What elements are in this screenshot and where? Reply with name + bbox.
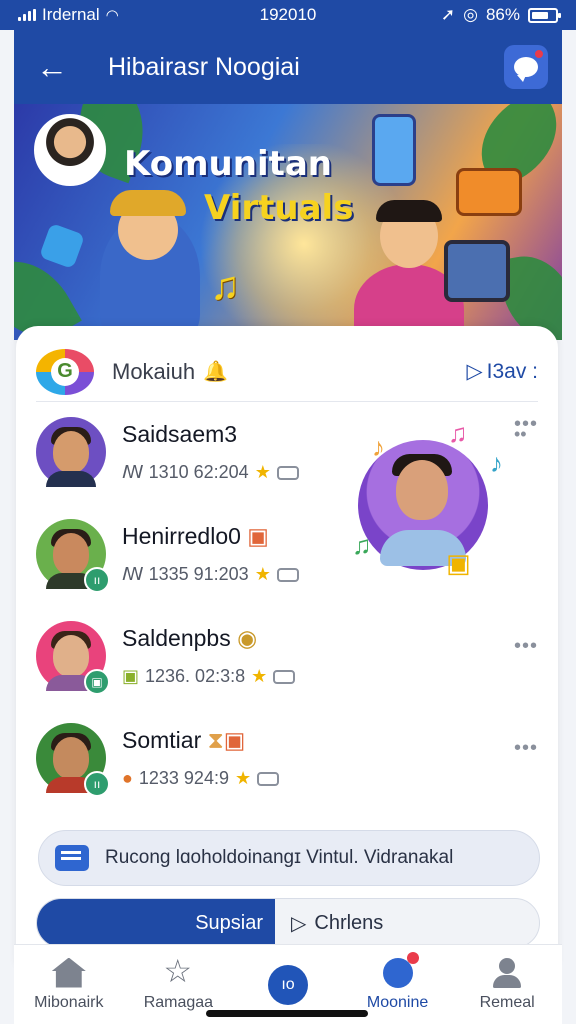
action-bar: Supsiar ▷ Chrlens [36, 898, 540, 948]
trophy-icon: ◉ [237, 625, 258, 651]
app-screen: Irdernal ◠ 192010 ➚ ◎ 86% ← Hibairasr No… [0, 0, 576, 1024]
wifi-icon: ◠ [105, 7, 119, 24]
verified-badge-icon: ▣ [84, 669, 110, 695]
battery-percent: 86% [485, 5, 520, 24]
music-note-icon: ♫ [352, 530, 372, 560]
play-outline-icon: ▷ [466, 360, 483, 383]
nav-label: Remeal [479, 993, 535, 1011]
user-icon [490, 957, 524, 988]
calendar-icon: ▣ [122, 666, 140, 686]
member-meta: ꟿ 1310 62:204 ★ [122, 462, 299, 483]
radio-illustration [456, 168, 522, 216]
play-icon [38, 222, 86, 270]
more-icon[interactable]: •• [514, 424, 527, 445]
member-name: Somtiar ⧗▣ [122, 727, 246, 753]
star-icon: ★ [254, 462, 271, 482]
verified-badge-icon: ıı [84, 567, 110, 593]
cartoon-cap [110, 190, 186, 216]
tag-icon [273, 669, 296, 684]
info-text: Rucong lɑoholdoinangɪ Vintul. Vidranakal [105, 847, 454, 868]
card-header: G Mokaiuh 🔔 ▷ I3av : [36, 342, 538, 402]
carrier-text: Irdernal [42, 5, 100, 24]
member-name: Saidsaem3 [122, 421, 238, 447]
secondary-action-label: Chrlens [314, 911, 384, 934]
nav-label: Mibonairk [34, 993, 104, 1011]
center-action-icon: ıo [267, 964, 308, 1005]
music-note-icon: ♫ [210, 264, 240, 308]
alarm-icon: ◎ [463, 5, 478, 24]
globe-icon [382, 951, 419, 988]
home-icon [51, 957, 86, 988]
hero-avatar[interactable] [34, 114, 106, 186]
phone-illustration [372, 114, 416, 186]
notification-dot [533, 48, 545, 60]
avatar[interactable]: ıı [36, 519, 110, 593]
status-bar: Irdernal ◠ 192010 ➚ ◎ 86% [0, 0, 576, 30]
music-note-icon: ♪ [372, 432, 385, 462]
location-icon: ➚ [440, 5, 456, 24]
coin-icon: ● [122, 768, 133, 788]
bell-icon[interactable]: 🔔 [203, 359, 228, 384]
status-time: 192010 [259, 5, 317, 24]
list-item[interactable]: ıı Somtiar ⧗▣ ● 1233 924:9 ★ ••• [36, 708, 538, 808]
app-header: ← Hibairasr Noogiai [14, 30, 562, 104]
more-icon[interactable]: ••• [514, 737, 538, 760]
avatar[interactable]: ▣ [36, 621, 110, 695]
chat-button[interactable] [504, 45, 548, 89]
hero-subtitle: Virtuals [204, 188, 354, 228]
gift-icon: ▣ [446, 548, 471, 578]
gift-icon: ▣ [223, 727, 246, 753]
cartoon-hair [376, 200, 442, 222]
avatar[interactable] [36, 417, 106, 487]
tag-icon [257, 771, 280, 786]
home-indicator [206, 1010, 368, 1017]
card-title: Mokaiuh [112, 358, 196, 384]
tag-icon [276, 465, 299, 480]
primary-action-button[interactable]: Supsiar [37, 899, 275, 947]
nav-label: Moonine [366, 993, 429, 1011]
member-meta: ● 1233 924:9 ★ [122, 768, 280, 789]
signal-icon [18, 9, 36, 21]
nav-item-profile[interactable]: Remeal [452, 945, 562, 1024]
verified-badge-icon: ıı [84, 771, 110, 797]
gift-icon: ▣ [247, 523, 270, 549]
hero-banner: Komunitan Virtuals ♫ [14, 104, 562, 340]
nav-item-home[interactable]: Mibonairk [14, 945, 124, 1024]
member-meta: ▣ 1236. 02:3:8 ★ [122, 666, 296, 687]
member-meta: ꟿ 1335 91:203 ★ [122, 564, 299, 585]
hourglass-icon: ⧗ [207, 727, 224, 753]
tag-icon [276, 567, 299, 582]
star-icon: ★ [251, 666, 268, 686]
chat-bubble-icon [514, 57, 538, 82]
view-label: I3av : [486, 359, 538, 383]
member-name: Henirredlo0 ▣ [122, 523, 270, 549]
nav-label: Ramagaa [143, 993, 214, 1011]
back-arrow-icon[interactable]: ← [36, 51, 86, 83]
more-icon[interactable]: ••• [514, 635, 538, 658]
battery-icon [528, 7, 561, 23]
secondary-action-button[interactable]: ▷ Chrlens [275, 899, 539, 947]
star-icon: ★ [234, 768, 252, 788]
tv-illustration [444, 240, 510, 302]
member-name: Saldenpbs ◉ [122, 625, 258, 651]
music-note-icon: ♪ [490, 448, 503, 478]
community-logo-icon: G [36, 348, 94, 395]
page-title: Hibairasr Noogiai [108, 52, 300, 81]
hero-title: Komunitan [124, 144, 333, 184]
music-note-icon: ♫ [448, 418, 468, 448]
list-item[interactable]: ▣ Saldenpbs ◉ ▣ 1236. 02:3:8 ★ ••• [36, 606, 538, 706]
avatar[interactable]: ıı [36, 723, 110, 797]
star-icon: ★ [254, 564, 271, 584]
message-icon [55, 845, 89, 871]
info-banner[interactable]: Rucong lɑoholdoinangɪ Vintul. Vidranakal [38, 830, 540, 886]
play-outline-icon: ▷ [291, 912, 307, 935]
star-icon [161, 952, 196, 990]
view-button[interactable]: ▷ I3av : [466, 359, 538, 384]
